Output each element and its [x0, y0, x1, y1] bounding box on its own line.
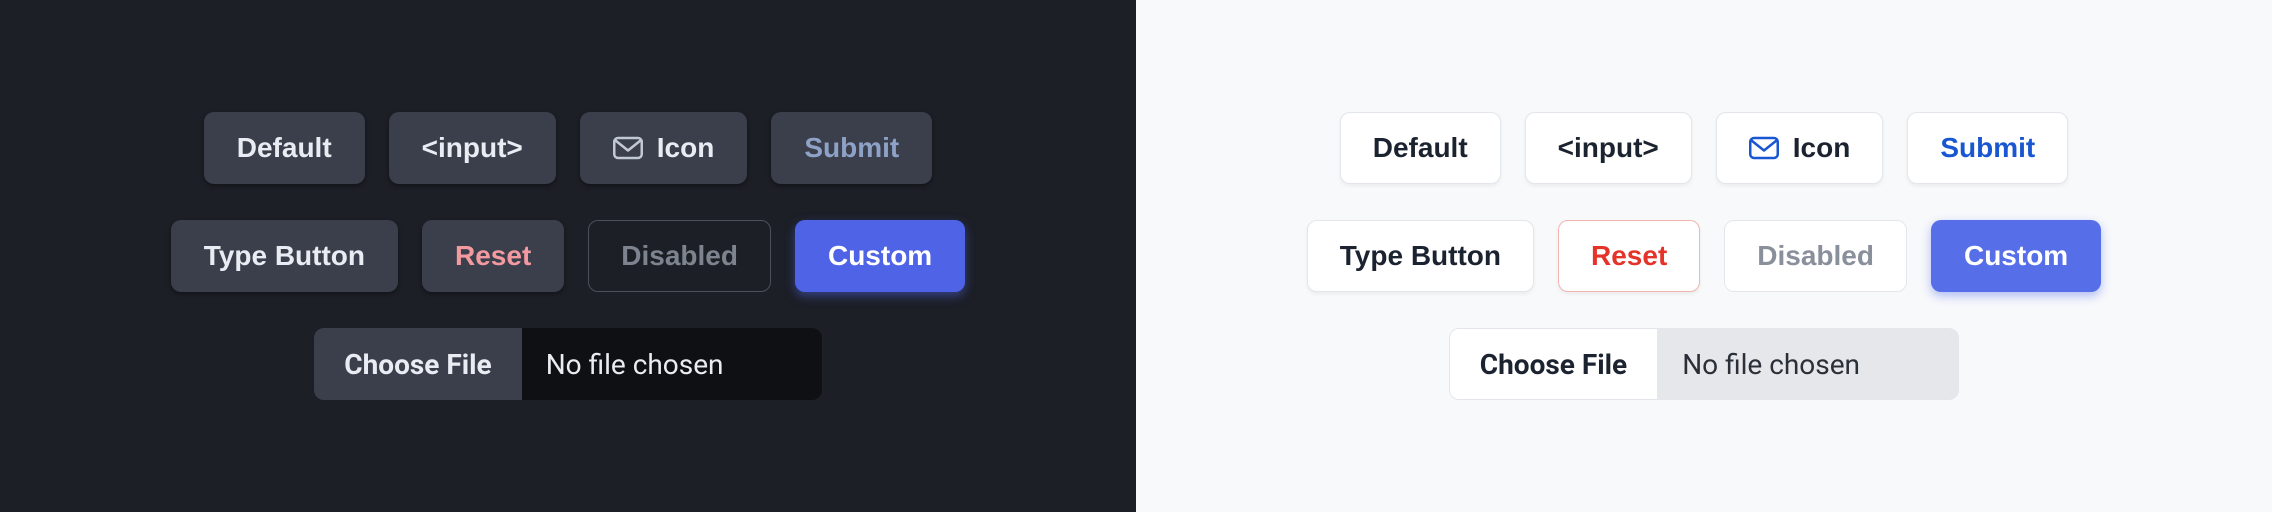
file-row: Choose File No file chosen — [314, 328, 821, 400]
input-button[interactable]: <input> — [389, 112, 556, 184]
button-row-1: Default <input> Icon Submit — [204, 112, 932, 184]
reset-button[interactable]: Reset — [1558, 220, 1700, 292]
input-button[interactable]: <input> — [1525, 112, 1692, 184]
mail-icon — [613, 136, 643, 160]
disabled-button: Disabled — [1724, 220, 1907, 292]
file-status-label: No file chosen — [522, 328, 822, 400]
button-row-1: Default <input> Icon Submit — [1340, 112, 2068, 184]
custom-button[interactable]: Custom — [1931, 220, 2101, 292]
icon-button-label: Icon — [1793, 132, 1851, 164]
icon-button[interactable]: Icon — [1716, 112, 1884, 184]
button-row-2: Type Button Reset Disabled Custom — [1307, 220, 2101, 292]
mail-icon — [1749, 136, 1779, 160]
submit-button[interactable]: Submit — [1907, 112, 2068, 184]
reset-button[interactable]: Reset — [422, 220, 564, 292]
file-input[interactable]: Choose File No file chosen — [314, 328, 821, 400]
type-button[interactable]: Type Button — [1307, 220, 1534, 292]
type-button[interactable]: Type Button — [171, 220, 398, 292]
submit-button[interactable]: Submit — [771, 112, 932, 184]
icon-button-label: Icon — [657, 132, 715, 164]
dark-theme-panel: Default <input> Icon Submit Type Button … — [0, 0, 1136, 512]
file-row: Choose File No file chosen — [1449, 328, 1959, 400]
default-button[interactable]: Default — [204, 112, 365, 184]
icon-button[interactable]: Icon — [580, 112, 748, 184]
default-button[interactable]: Default — [1340, 112, 1501, 184]
file-status-label: No file chosen — [1658, 329, 1958, 399]
button-row-2: Type Button Reset Disabled Custom — [171, 220, 965, 292]
choose-file-button[interactable]: Choose File — [1450, 329, 1658, 399]
custom-button[interactable]: Custom — [795, 220, 965, 292]
light-theme-panel: Default <input> Icon Submit Type Button … — [1136, 0, 2272, 512]
file-input[interactable]: Choose File No file chosen — [1449, 328, 1959, 400]
disabled-button: Disabled — [588, 220, 771, 292]
choose-file-button[interactable]: Choose File — [314, 328, 521, 400]
